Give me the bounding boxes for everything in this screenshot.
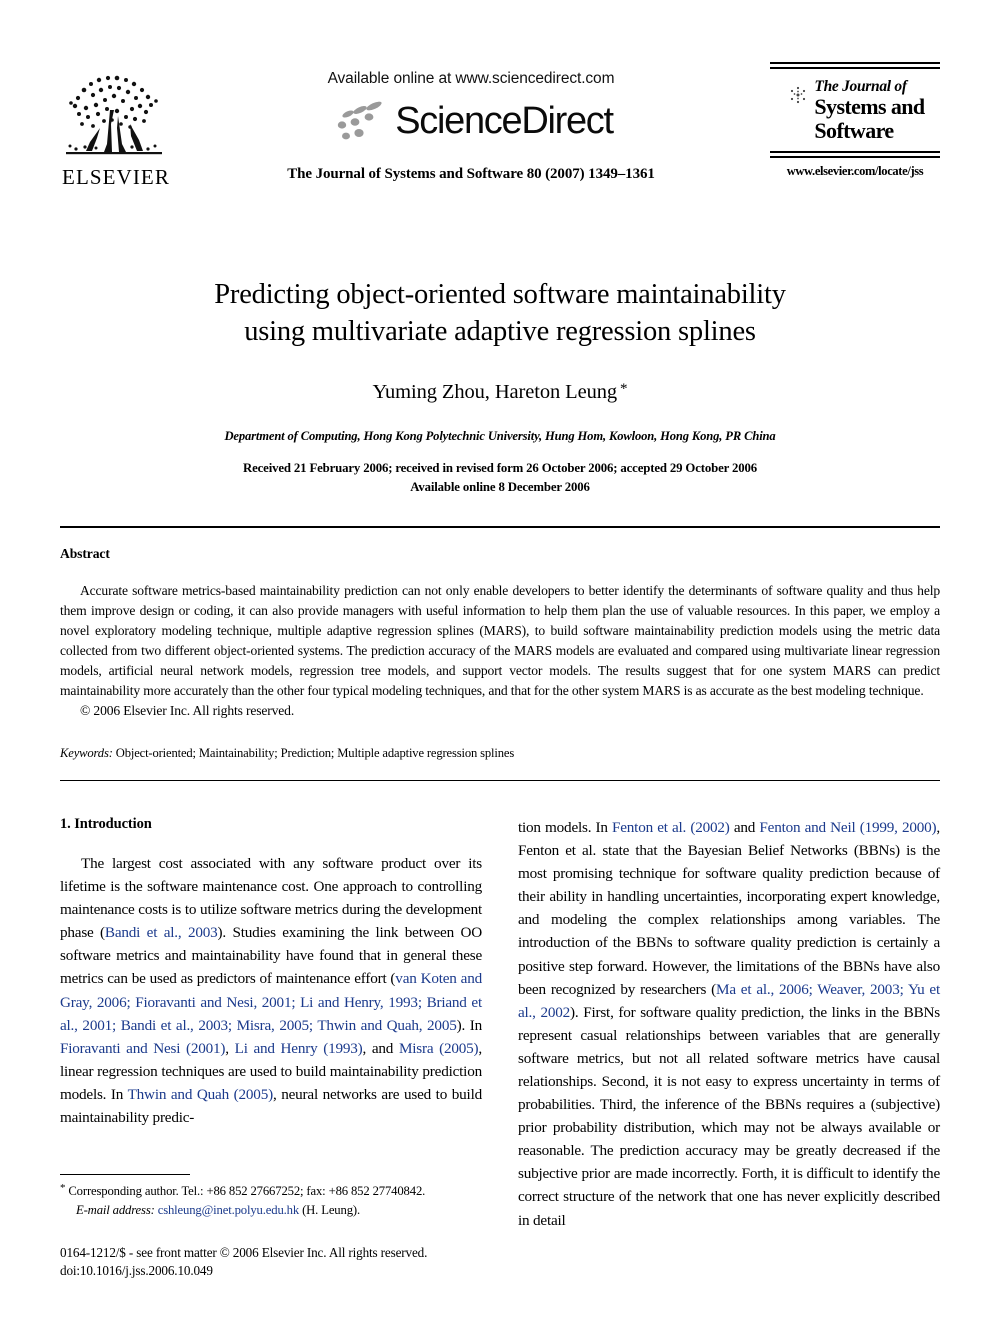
available-online-date: Available online 8 December 2006 xyxy=(410,479,590,494)
elsevier-tree-icon xyxy=(66,75,162,155)
column-right: tion models. In Fenton et al. (2002) and… xyxy=(518,816,940,1232)
authors: Yuming Zhou, Hareton Leung * xyxy=(60,381,940,404)
sciencedirect-block: Available online at www.sciencedirect.co… xyxy=(172,60,770,183)
sciencedirect-logo: ScienceDirect xyxy=(172,100,770,142)
doi-line: doi:10.1016/j.jss.2006.10.049 xyxy=(60,1263,213,1279)
keywords-label: Keywords: xyxy=(60,745,113,760)
sciencedirect-swoosh-icon xyxy=(338,101,382,140)
section-heading-introduction: 1. Introduction xyxy=(60,815,152,832)
title-block: Predicting object-oriented software main… xyxy=(60,276,940,496)
email-line: E-mail address: cshleung@inet.polyu.edu.… xyxy=(60,1201,482,1220)
abstract-text: Accurate software metrics-based maintain… xyxy=(60,581,940,721)
email-link[interactable]: cshleung@inet.polyu.edu.hk xyxy=(158,1203,299,1217)
column-left: 1. Introduction The largest cost associa… xyxy=(60,816,482,1232)
title-line-2: using multivariate adaptive regression s… xyxy=(244,316,756,348)
author-names: Yuming Zhou, Hareton Leung xyxy=(372,381,618,404)
issn-doi-block: 0164-1212/$ - see front matter © 2006 El… xyxy=(60,1244,482,1281)
citation-link[interactable]: Fenton and Neil (1999, 2000) xyxy=(759,819,936,836)
citation-link[interactable]: Fioravanti and Nesi (2001) xyxy=(60,1040,225,1057)
badge-line-2: Systems and xyxy=(814,94,925,120)
badge-line-1: The Journal of xyxy=(814,78,907,95)
available-online-text: Available online at www.sciencedirect.co… xyxy=(327,70,615,87)
corresponding-author-note: * Corresponding author. Tel.: +86 852 276… xyxy=(60,1180,482,1219)
citation-link[interactable]: Ma et al., 2006; Weaver, 2003; Yu et al.… xyxy=(518,981,940,1021)
citation-link[interactable]: Fenton et al. (2002) xyxy=(612,819,730,836)
email-owner: (H. Leung). xyxy=(302,1203,360,1217)
page-title: Predicting object-oriented software main… xyxy=(60,276,940,350)
corresponding-author-marker: * xyxy=(620,381,628,398)
journal-badge: The Journal of Systems and Software www.… xyxy=(770,60,940,179)
citation-link[interactable]: Bandi et al., 2003 xyxy=(105,924,218,941)
publication-dates: Received 21 February 2006; received in r… xyxy=(60,459,940,496)
journal-citation: The Journal of Systems and Software 80 (… xyxy=(287,166,655,182)
footnote-rule xyxy=(60,1174,190,1176)
masthead: ELSEVIER Available online at www.science… xyxy=(60,60,940,210)
intro-paragraph-left: The largest cost associated with any sof… xyxy=(60,854,483,1126)
email-label: E-mail address: xyxy=(76,1203,155,1217)
citation-link[interactable]: van Koten and Gray, 2006; Fioravanti and… xyxy=(60,970,482,1033)
sciencedirect-wordmark: ScienceDirect xyxy=(395,100,614,142)
keywords: Keywords: Object-oriented; Maintainabili… xyxy=(60,746,940,761)
journal-emblem-icon xyxy=(791,86,806,104)
footnote-block: * Corresponding author. Tel.: +86 852 276… xyxy=(60,1174,482,1281)
paper-page: ELSEVIER Available online at www.science… xyxy=(0,0,992,1323)
keywords-value: Object-oriented; Maintainability; Predic… xyxy=(115,745,515,760)
journal-url[interactable]: www.elsevier.com/locate/jss xyxy=(770,164,940,179)
intro-paragraph-right: tion models. In Fenton et al. (2002) and… xyxy=(518,818,940,1229)
abstract-bottom-rule xyxy=(60,779,940,781)
issn-line: 0164-1212/$ - see front matter © 2006 El… xyxy=(60,1244,428,1260)
affiliation: Department of Computing, Hong Kong Polyt… xyxy=(224,429,776,444)
title-line-1: Predicting object-oriented software main… xyxy=(214,279,786,310)
badge-bottom-rule xyxy=(770,151,940,159)
abstract-heading: Abstract xyxy=(60,546,110,562)
elsevier-wordmark: ELSEVIER xyxy=(62,165,170,189)
badge-line-3: Software xyxy=(814,117,894,143)
abstract-body-text: Accurate software metrics-based maintain… xyxy=(60,583,940,699)
received-line: Received 21 February 2006; received in r… xyxy=(243,461,757,476)
citation-link[interactable]: Thwin and Quah (2005) xyxy=(128,1086,274,1103)
badge-top-rule xyxy=(770,62,940,69)
elsevier-logo: ELSEVIER xyxy=(60,60,172,188)
body-columns: 1. Introduction The largest cost associa… xyxy=(60,816,940,1232)
citation-link[interactable]: Li and Henry (1993) xyxy=(235,1040,363,1057)
corresponding-author-text: Corresponding author. Tel.: +86 852 2766… xyxy=(68,1184,426,1199)
abstract-top-rule xyxy=(60,526,940,529)
citation-link[interactable]: Misra (2005) xyxy=(399,1040,479,1057)
abstract-copyright: © 2006 Elsevier Inc. All rights reserved… xyxy=(80,703,295,718)
